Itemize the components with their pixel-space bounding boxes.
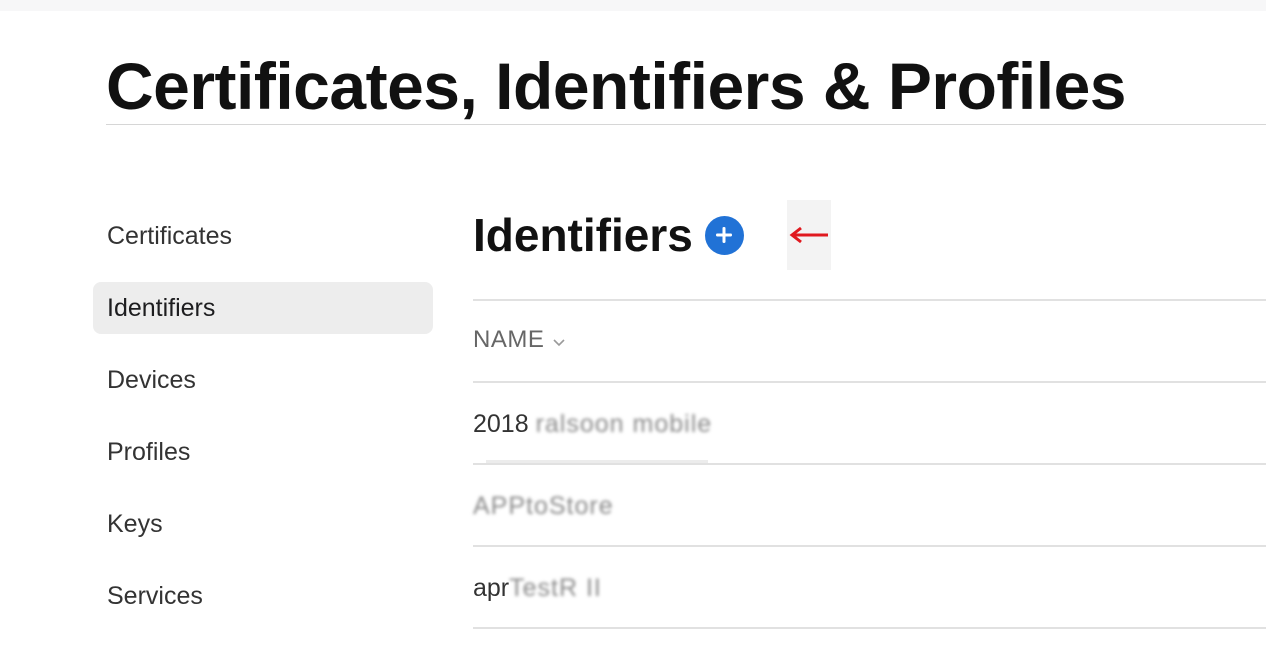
sidebar-item-profiles[interactable]: Profiles	[93, 426, 433, 478]
chevron-down-icon	[553, 339, 565, 347]
title-divider	[106, 124, 1266, 125]
identifier-name: 2018 ralsoon mobile	[473, 410, 713, 438]
table-row[interactable]: APPtoStore	[473, 465, 1266, 545]
name-column-label: NAME	[473, 326, 545, 353]
identifier-name: aprTestR II	[473, 574, 602, 602]
name-column-header[interactable]: NAME	[473, 326, 566, 354]
identifier-name: APPtoStore	[473, 492, 614, 521]
plus-circle-icon	[716, 227, 733, 243]
page-title: Certificates, Identifiers & Profiles	[106, 49, 1127, 123]
table-row[interactable]: 2018 ralsoon mobile	[473, 383, 1266, 463]
table-top-divider	[473, 299, 1266, 301]
redacted-text: ralsoon mobile	[535, 410, 713, 438]
table-row[interactable]: aprTestR II	[473, 547, 1266, 627]
top-bar	[0, 0, 1266, 11]
annotation-arrow	[787, 200, 831, 270]
redacted-text: APPtoStore	[473, 492, 614, 520]
sidebar-item-services[interactable]: Services	[93, 570, 433, 622]
sidebar-item-keys[interactable]: Keys	[93, 498, 433, 550]
section-title: Identifiers	[473, 209, 693, 261]
section-header: Identifiers	[473, 200, 744, 270]
sidebar-item-identifiers[interactable]: Identifiers	[93, 282, 433, 334]
red-left-arrow-icon	[789, 226, 828, 244]
redacted-text: TestR II	[509, 574, 602, 602]
sidebar-item-devices[interactable]: Devices	[93, 354, 433, 406]
row-divider	[473, 627, 1266, 629]
sidebar-item-certificates[interactable]: Certificates	[93, 210, 433, 262]
add-identifier-button[interactable]	[704, 215, 744, 255]
